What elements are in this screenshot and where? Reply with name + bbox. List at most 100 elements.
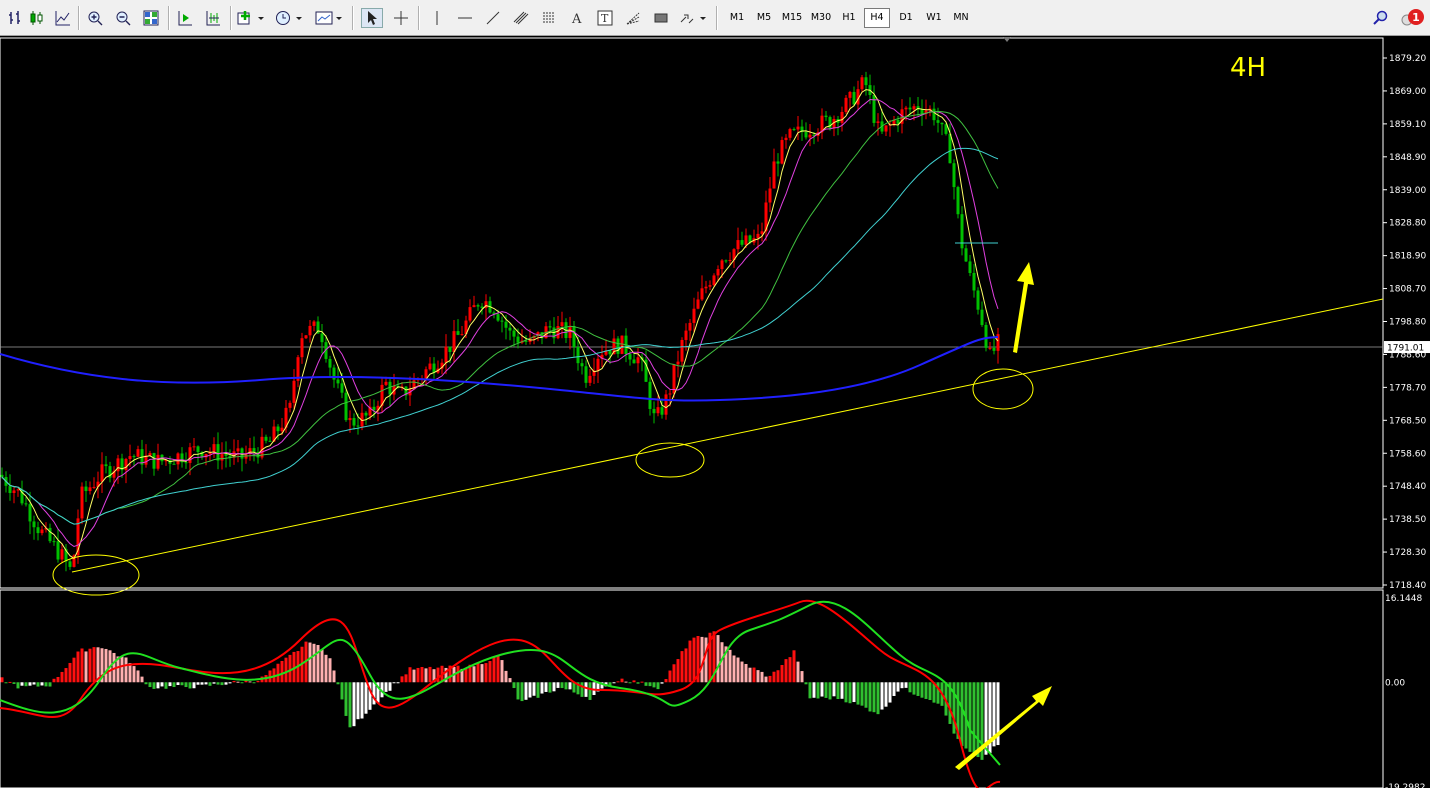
- timeframe-m5[interactable]: M5: [751, 8, 777, 28]
- zoom-out-icon[interactable]: [112, 8, 134, 28]
- timeframe-h4[interactable]: H4: [864, 8, 890, 28]
- candle-body: [864, 77, 868, 86]
- horizontal-line-icon[interactable]: [454, 8, 476, 28]
- candle-body: [804, 131, 808, 138]
- indicators-icon[interactable]: [236, 8, 266, 28]
- candle-body: [620, 335, 624, 354]
- candle-body: [32, 521, 36, 528]
- candle-body: [444, 346, 448, 363]
- macd-histogram-bar: [848, 682, 852, 704]
- candle-body: [172, 463, 176, 465]
- macd-histogram-bar: [856, 682, 860, 705]
- macd-histogram-bar: [688, 640, 692, 683]
- macd-histogram-bar: [876, 682, 880, 715]
- macd-histogram-bar: [172, 682, 176, 688]
- macd-histogram-bar: [44, 682, 48, 687]
- candle-body: [692, 308, 696, 323]
- auto-scroll-icon[interactable]: [174, 8, 196, 28]
- candle-body: [132, 456, 136, 458]
- candle-body: [452, 331, 456, 352]
- macd-histogram-bar: [728, 649, 732, 683]
- timeframe-m30[interactable]: M30: [808, 8, 834, 28]
- macd-histogram-bar: [164, 682, 168, 689]
- macd-axis-zero: 0.00: [1385, 678, 1405, 688]
- timeframe-h1[interactable]: H1: [836, 8, 862, 28]
- candle-body: [220, 454, 224, 461]
- text-label-icon[interactable]: T: [594, 8, 616, 28]
- trendline-icon[interactable]: [482, 8, 504, 28]
- candle-body: [88, 487, 92, 492]
- candlestick-icon[interactable]: [26, 8, 48, 28]
- candle-body: [688, 322, 692, 331]
- candle-body: [304, 335, 308, 339]
- candle-body: [676, 361, 680, 365]
- macd-histogram-bar: [324, 654, 328, 683]
- bar-chart-icon[interactable]: [4, 8, 26, 28]
- candle-body: [952, 163, 956, 188]
- candle-body: [976, 290, 980, 310]
- candle-body: [616, 338, 620, 354]
- price-axis-label: 1748.40: [1389, 482, 1426, 492]
- timeframe-m1[interactable]: M1: [724, 8, 750, 28]
- candle-body: [808, 134, 812, 138]
- notifications-icon[interactable]: 1: [1398, 8, 1426, 28]
- candle-body: [716, 269, 720, 276]
- price-axis-label: 1728.30: [1389, 548, 1426, 558]
- candle-body: [264, 436, 268, 441]
- candle-body: [196, 446, 200, 453]
- candle-body: [460, 334, 464, 336]
- macd-histogram-bar: [132, 666, 136, 683]
- macd-histogram-bar: [288, 654, 292, 683]
- macd-histogram-bar: [168, 682, 172, 687]
- text-icon[interactable]: A: [566, 8, 588, 28]
- macd-histogram-bar: [740, 661, 744, 683]
- macd-histogram-bar: [568, 682, 572, 690]
- macd-histogram-bar: [144, 682, 148, 685]
- candle-body: [844, 97, 848, 112]
- candle-body: [656, 407, 660, 414]
- timeframe-mn[interactable]: MN: [948, 8, 974, 28]
- candle-body: [728, 259, 732, 261]
- timeframe-w1[interactable]: W1: [921, 8, 947, 28]
- candle-body: [988, 347, 992, 349]
- macd-histogram-bar: [852, 682, 856, 703]
- crosshair-icon[interactable]: [390, 8, 412, 28]
- equidistant-channel-icon[interactable]: [510, 8, 532, 28]
- macd-histogram-bar: [308, 642, 312, 683]
- macd-histogram-bar: [24, 682, 28, 687]
- macd-histogram-bar: [20, 682, 24, 686]
- macd-histogram-bar: [236, 681, 240, 683]
- timeframe-d1[interactable]: D1: [893, 8, 919, 28]
- periods-clock-icon[interactable]: [274, 8, 304, 28]
- candle-body: [176, 453, 180, 465]
- candle: [620, 335, 624, 355]
- timeframe-label: 4H: [1230, 53, 1266, 83]
- arrows-icon[interactable]: [678, 8, 708, 28]
- fibonacci-fan-icon[interactable]: [622, 8, 644, 28]
- timeframe-m15[interactable]: M15: [779, 8, 805, 28]
- candle-body: [352, 418, 356, 426]
- macd-histogram-bar: [824, 682, 828, 698]
- macd-histogram-bar: [524, 682, 528, 700]
- vertical-line-icon[interactable]: [426, 8, 448, 28]
- macd-histogram-bar: [12, 682, 16, 684]
- candle-body: [568, 325, 572, 338]
- chart-shift-icon[interactable]: [202, 8, 224, 28]
- zoom-in-icon[interactable]: [84, 8, 106, 28]
- cursor-icon[interactable]: [361, 8, 383, 28]
- macd-histogram-bar: [520, 682, 524, 702]
- macd-histogram-bar: [928, 682, 932, 701]
- line-chart-icon[interactable]: [52, 8, 74, 28]
- macd-histogram-bar: [968, 682, 972, 752]
- macd-histogram-bar: [836, 682, 840, 700]
- toolbar: A T 1 M1 M5 M15 M30 H1 H4 D1 W1 MN: [0, 0, 1430, 36]
- macd-histogram-bar: [644, 682, 648, 686]
- macd-histogram-bar: [544, 682, 548, 692]
- tile-windows-icon[interactable]: [140, 8, 162, 28]
- search-icon[interactable]: [1370, 8, 1392, 28]
- rectangle-icon[interactable]: [650, 8, 672, 28]
- candle-body: [780, 140, 784, 164]
- fibonacci-retracement-icon[interactable]: [538, 8, 560, 28]
- templates-icon[interactable]: [314, 8, 344, 28]
- chart-area[interactable]: 1879.20 1869.00 1859.10 1848.90 1839.00 1828.…: [0, 36, 1430, 788]
